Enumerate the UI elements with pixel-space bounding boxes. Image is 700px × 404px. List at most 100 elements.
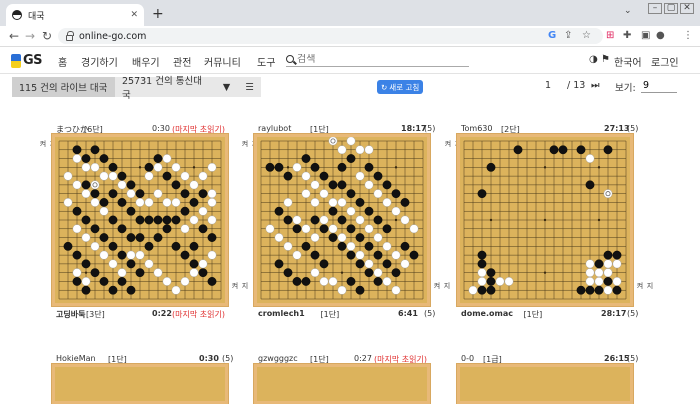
forward-icon[interactable]: → [25,29,35,43]
black-stone [72,145,82,155]
go-board[interactable] [457,364,633,404]
theme-toggle-icon[interactable]: ◑ [589,54,598,65]
bookmark-star-icon[interactable]: ☆ [582,30,591,42]
black-stone [180,189,190,199]
top-player-clock: 0:30 [152,124,170,133]
share-icon[interactable]: ⇪ [564,30,572,42]
top-player-clock: 26:15 [604,354,630,363]
view-count-input[interactable] [641,78,677,93]
white-stone [382,277,392,286]
live-games-tab[interactable]: 115 건의 라이브 대국 [12,77,115,97]
black-stone [99,233,109,242]
browser-tab[interactable]: 대국 ✕ [6,4,144,26]
black-stone [355,198,365,207]
menu-tools[interactable]: 도구 [257,54,275,69]
black-stone [364,206,374,216]
black-stone [274,206,284,216]
black-stone [328,233,338,242]
filter-icon[interactable]: ▼ [215,77,238,97]
extension-red-icon[interactable]: ⊞ [606,30,614,42]
sidepanel-icon[interactable]: ▣ [641,30,650,42]
black-stone [585,285,595,295]
site-logo[interactable]: GS [11,53,43,68]
white-stone [310,233,320,242]
black-stone [549,145,559,155]
white-stone [72,268,82,278]
last-page-icon[interactable]: ⏭ [591,80,600,91]
black-stone [558,145,568,155]
white-stone [585,277,595,286]
black-stone [90,224,100,234]
lock-icon [66,30,74,41]
correspondence-games-tab[interactable]: 25731 건의 통신대국 [115,76,215,101]
white-stone [594,277,604,286]
close-tab-icon[interactable]: ✕ [130,10,138,20]
top-player-name: HokieMan [56,354,96,363]
white-stone [603,259,613,269]
go-board[interactable] [52,364,228,404]
white-stone [135,198,145,207]
black-stone [144,215,154,225]
extensions-puzzle-icon[interactable]: ✚ [623,30,631,42]
white-stone [310,268,320,278]
black-stone [391,189,401,199]
url-field[interactable]: online-go.com [58,28,603,44]
white-stone [477,268,487,278]
maximize-button[interactable]: ▢ [664,3,678,14]
white-stone [310,180,320,190]
refresh-button[interactable]: ↻ 새로 고침 [377,80,424,94]
reload-icon[interactable]: ↻ [42,29,52,43]
white-stone [81,233,91,242]
games-toolbar: 115 건의 라이브 대국 25731 건의 통신대국 ▼ ☰ ↻ 새로 고침 … [0,75,700,101]
bottom-player-clock: 6:41 [398,309,418,318]
white-stone [144,198,154,207]
black-stone [135,215,145,225]
black-stone [346,154,356,163]
google-icon[interactable]: G [548,30,556,42]
black-stone [310,215,320,225]
white-stone [144,259,154,269]
bottom-player-rank: [3단] [86,310,105,319]
menu-home[interactable]: 홈 [58,54,67,69]
menu-learn[interactable]: 배우기 [132,54,160,69]
bottom-player-name: cromlech1 [258,309,305,318]
black-stone [301,241,311,251]
black-stone [126,233,136,242]
white-stone [274,233,284,242]
browser-menu-icon[interactable]: ⋮ [683,30,693,42]
board-svg [463,140,627,300]
back-icon[interactable]: ← [9,29,19,43]
white-stone [585,154,595,163]
white-stone [346,206,356,216]
go-board[interactable] [52,134,228,306]
page-current[interactable]: 1 [545,80,551,91]
go-board[interactable] [457,134,633,306]
black-stone [108,215,118,225]
black-stone [373,171,383,181]
menu-community[interactable]: 커뮤니티 [204,54,241,69]
menu-watch[interactable]: 관전 [173,54,191,69]
site-search[interactable] [286,52,469,67]
tab-search-icon[interactable]: ⌄ [624,6,632,16]
menu-play[interactable]: 경기하기 [81,54,118,69]
white-stone [504,277,514,286]
language-selector[interactable]: 한국어 [614,54,642,69]
profile-avatar-icon[interactable]: ● [656,30,665,42]
bottom-player-periods: (마지막 초읽기) [172,310,225,319]
go-board[interactable] [254,134,430,306]
language-icon[interactable]: ⚑ [601,54,610,65]
login-link[interactable]: 로그인 [651,54,679,69]
new-tab-button[interactable]: + [152,6,164,22]
white-stone [355,215,365,225]
board-side-label: 지켜 [433,282,451,289]
black-stone [283,268,293,278]
go-favicon-icon [12,10,22,20]
minimize-button[interactable]: – [648,3,662,14]
top-player-periods: (5) [627,354,639,363]
search-input[interactable] [297,53,457,65]
close-window-button[interactable]: ✕ [680,3,694,14]
black-stone [99,154,109,163]
white-stone [310,198,320,207]
list-view-icon[interactable]: ☰ [238,77,261,97]
go-board[interactable] [254,364,430,404]
